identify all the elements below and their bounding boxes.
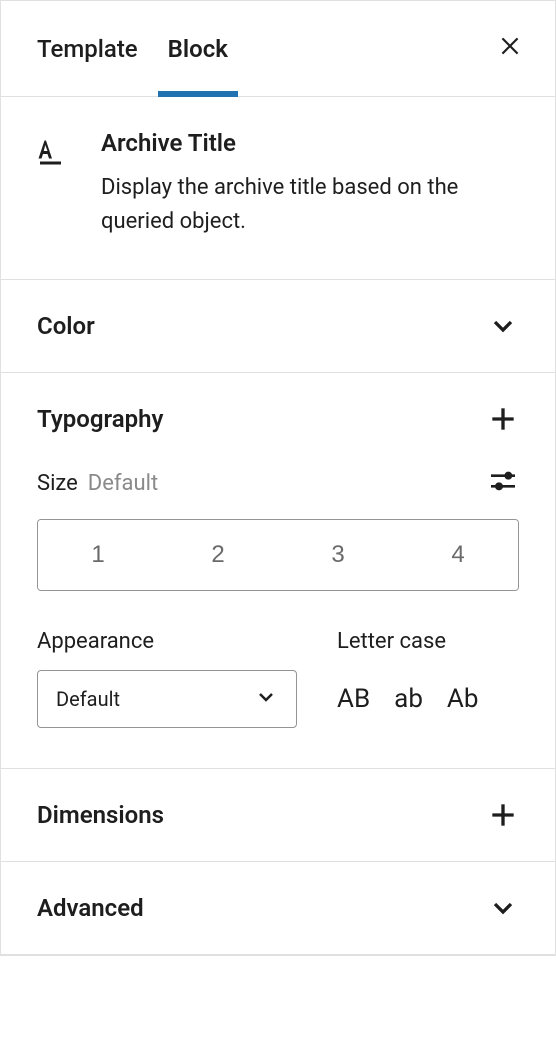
size-btn-1[interactable]: 1 (38, 520, 158, 590)
size-row: Size Default (37, 465, 519, 501)
section-advanced: Advanced (1, 862, 555, 955)
appearance-lettercase-row: Appearance Default Letter case AB ab Ab (37, 629, 519, 728)
section-title: Dimensions (37, 801, 164, 829)
chevron-down-icon (487, 310, 519, 342)
section-dimensions: Dimensions (1, 769, 555, 862)
section-dimensions-header[interactable]: Dimensions (1, 769, 555, 861)
size-label-wrap: Size Default (37, 471, 158, 496)
lettercase-lower[interactable]: ab (394, 684, 423, 714)
lettercase-col: Letter case AB ab Ab (337, 629, 519, 728)
block-info: Archive Title Display the archive title … (1, 97, 555, 280)
size-btn-4[interactable]: 4 (398, 520, 518, 590)
typography-body: Size Default 1 2 3 4 Appearance Default (1, 465, 555, 768)
lettercase-upper[interactable]: AB (337, 684, 370, 714)
archive-title-icon (37, 129, 73, 239)
tabs-header: Template Block (1, 1, 555, 97)
section-advanced-header[interactable]: Advanced (1, 862, 555, 954)
block-title: Archive Title (101, 129, 519, 157)
block-settings-panel: Template Block Archive Title Display the… (0, 0, 556, 956)
lettercase-capitalize[interactable]: Ab (447, 684, 479, 714)
section-typography: Typography Size Default 1 2 3 4 (1, 373, 555, 769)
section-title: Typography (37, 405, 163, 433)
tab-block[interactable]: Block (168, 1, 258, 97)
lettercase-group: AB ab Ab (337, 670, 519, 728)
appearance-select[interactable]: Default (37, 670, 297, 728)
size-label: Size (37, 471, 78, 496)
block-description: Display the archive title based on the q… (101, 171, 519, 239)
close-button[interactable] (489, 25, 531, 72)
size-btn-2[interactable]: 2 (158, 520, 278, 590)
appearance-label: Appearance (37, 629, 297, 654)
chevron-down-icon (487, 892, 519, 924)
section-color: Color (1, 280, 555, 373)
lettercase-label: Letter case (337, 629, 519, 654)
plus-icon[interactable] (487, 799, 519, 831)
section-color-header[interactable]: Color (1, 280, 555, 372)
tab-template[interactable]: Template (25, 1, 168, 97)
section-typography-header[interactable]: Typography (1, 373, 555, 465)
section-title: Advanced (37, 894, 144, 922)
size-default: Default (88, 471, 158, 496)
size-button-group: 1 2 3 4 (37, 519, 519, 591)
close-icon (497, 33, 523, 66)
chevron-down-icon (254, 685, 278, 713)
section-title: Color (37, 312, 95, 340)
block-text: Archive Title Display the archive title … (101, 129, 519, 239)
plus-icon[interactable] (487, 403, 519, 435)
size-btn-3[interactable]: 3 (278, 520, 398, 590)
appearance-col: Appearance Default (37, 629, 297, 728)
appearance-value: Default (56, 687, 254, 711)
sliders-icon[interactable] (487, 465, 519, 501)
